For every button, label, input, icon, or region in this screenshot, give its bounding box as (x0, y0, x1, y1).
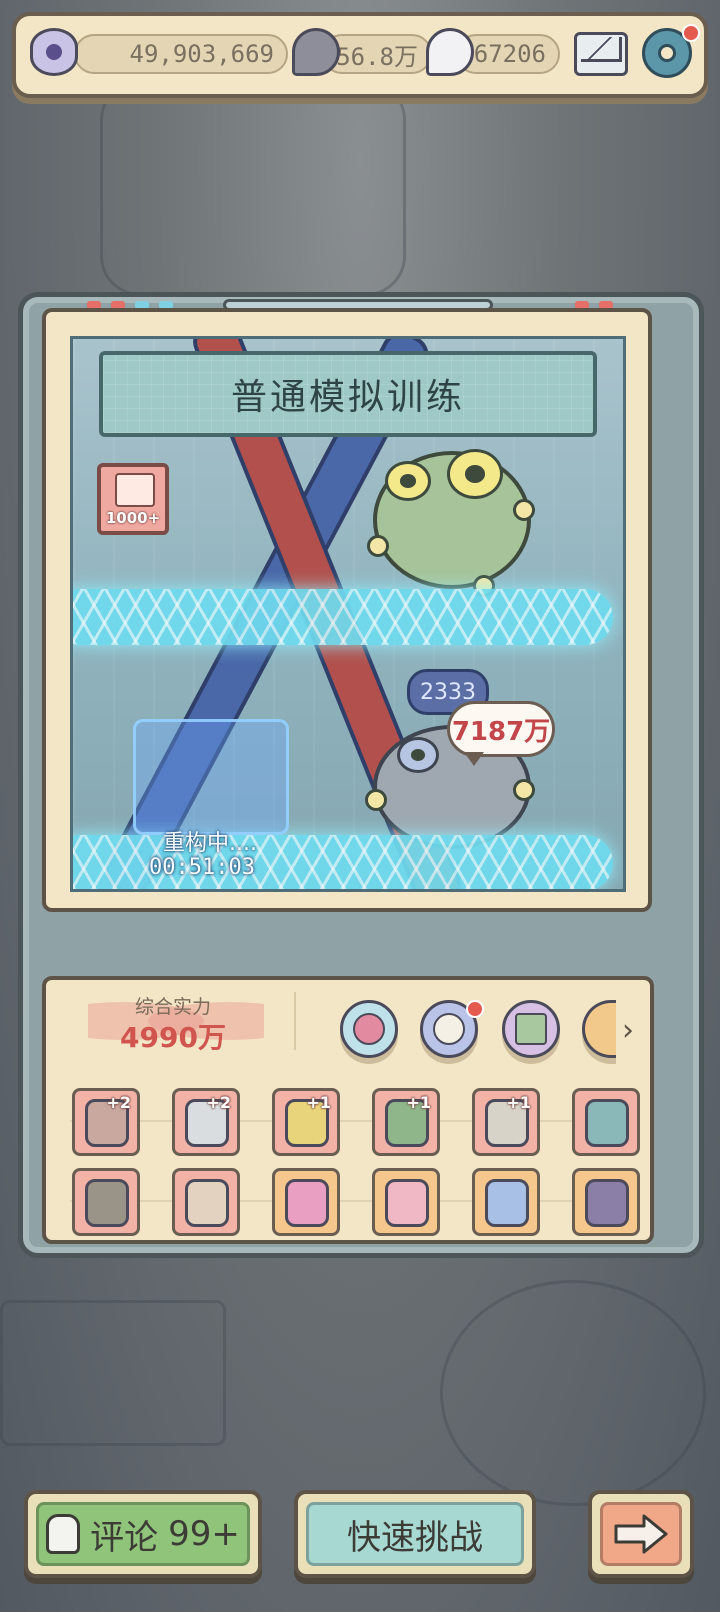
eye-points-pill: 49,903,669 (74, 34, 288, 74)
power-label: 综合实力 (134, 996, 211, 1018)
skill-emblem (433, 1013, 465, 1045)
skill-emblem (515, 1013, 547, 1045)
quick-challenge-content: 快速挑战 (347, 1510, 483, 1559)
equip-upgrade-level: +1 (506, 1093, 531, 1112)
drill-boot-icon (585, 1179, 629, 1227)
resource-bar: 49,903,669 56.8万 67206 (12, 12, 708, 98)
stage-badge-icon (115, 473, 155, 507)
comment-count: 99+ (168, 1514, 240, 1554)
equip-slot-claw-glove[interactable] (272, 1168, 340, 1236)
skill-emblem (353, 1013, 385, 1045)
helmet-icon (585, 1099, 629, 1147)
mode-title: 普通模拟训练 (230, 377, 465, 418)
virus-spore (513, 499, 535, 521)
quick-challenge-label: 快速挑战 (347, 1517, 483, 1558)
equip-slot-axe[interactable]: +1 (372, 1088, 440, 1156)
slot-row-guide (70, 1120, 640, 1122)
mode-title-banner: 普通模拟训练 (99, 351, 597, 437)
power-summary[interactable]: 综合实力 4990万 (60, 984, 286, 1056)
quick-challenge-button[interactable]: 快速挑战 (294, 1490, 536, 1578)
virus-eye (385, 461, 431, 501)
equip-slot-hammer[interactable]: +2 (72, 1088, 140, 1156)
crab-skill-icon[interactable] (340, 1000, 398, 1058)
dress-icon (485, 1179, 529, 1227)
equip-upgrade-level: +2 (106, 1093, 131, 1112)
equip-slot-staff[interactable]: +1 (272, 1088, 340, 1156)
equip-slot-blade[interactable]: +2 (172, 1088, 240, 1156)
quill-icon (46, 1514, 81, 1554)
virus-spore (513, 779, 535, 801)
bg-pipe (100, 80, 406, 296)
pants-icon (185, 1179, 229, 1227)
divider (294, 992, 296, 1050)
bg-crate (0, 1300, 226, 1446)
skill-notification-dot (466, 1000, 484, 1018)
equip-slot-vest[interactable] (372, 1168, 440, 1236)
virus-eye (397, 737, 439, 773)
equip-upgrade-level: +2 (206, 1093, 231, 1112)
bg-tank (440, 1280, 706, 1506)
chevron-right-icon[interactable]: › (614, 1012, 642, 1048)
battle-screen[interactable]: 普通模拟训练 1000+ 2333 7187万 重构中.... 00:51:03 (70, 336, 626, 892)
slot-row-guide (70, 1200, 640, 1202)
mail-icon[interactable] (574, 32, 628, 76)
comment-button-content: 评论 99+ (46, 1510, 240, 1559)
comment-button[interactable]: 评论 99+ (24, 1490, 262, 1578)
equip-slot-armor-plate[interactable] (72, 1168, 140, 1236)
settings-notification-dot (682, 24, 700, 42)
eye-points-value: 49,903,669 (129, 40, 275, 68)
power-value: 4990万 (120, 1021, 226, 1054)
arrow-right-icon (614, 1514, 668, 1554)
holo-rebuild-machine (133, 719, 289, 835)
rebuild-status: 重构中.... (163, 831, 257, 856)
damage-value: 7187万 (451, 716, 551, 747)
stage-badge[interactable]: 1000+ (97, 463, 169, 535)
equip-slot-pants[interactable] (172, 1168, 240, 1236)
equip-upgrade-level: +1 (306, 1093, 331, 1112)
equip-slot-dress[interactable] (472, 1168, 540, 1236)
holo-platform-upper (73, 589, 613, 645)
virus-spore (365, 789, 387, 811)
equip-upgrade-level: +1 (406, 1093, 431, 1112)
gray-souls-value: 56.8万 (336, 42, 418, 71)
equip-slot-sword[interactable]: +1 (472, 1088, 540, 1156)
vest-icon (385, 1179, 429, 1227)
stage-badge-label: 1000+ (105, 509, 161, 527)
armor-plate-icon (85, 1179, 129, 1227)
white-souls-value: 67206 (473, 40, 546, 68)
virus-eye (447, 449, 503, 499)
green-virus-enemy[interactable] (373, 449, 531, 589)
rune-skill-icon[interactable] (502, 1000, 560, 1058)
equip-slot-drill-boot[interactable] (572, 1168, 640, 1236)
comment-label: 评论 (90, 1517, 159, 1558)
equip-slot-helmet[interactable] (572, 1088, 640, 1156)
gray-soul-icon[interactable] (292, 28, 340, 76)
eye-icon[interactable] (30, 28, 78, 76)
virus-spore (367, 535, 389, 557)
claw-glove-icon (285, 1179, 329, 1227)
next-stage-button[interactable] (588, 1490, 694, 1578)
damage-bubble: 7187万 (447, 701, 555, 766)
rebuild-timer: 00:51:03 (149, 855, 255, 880)
white-soul-icon[interactable] (426, 28, 474, 76)
